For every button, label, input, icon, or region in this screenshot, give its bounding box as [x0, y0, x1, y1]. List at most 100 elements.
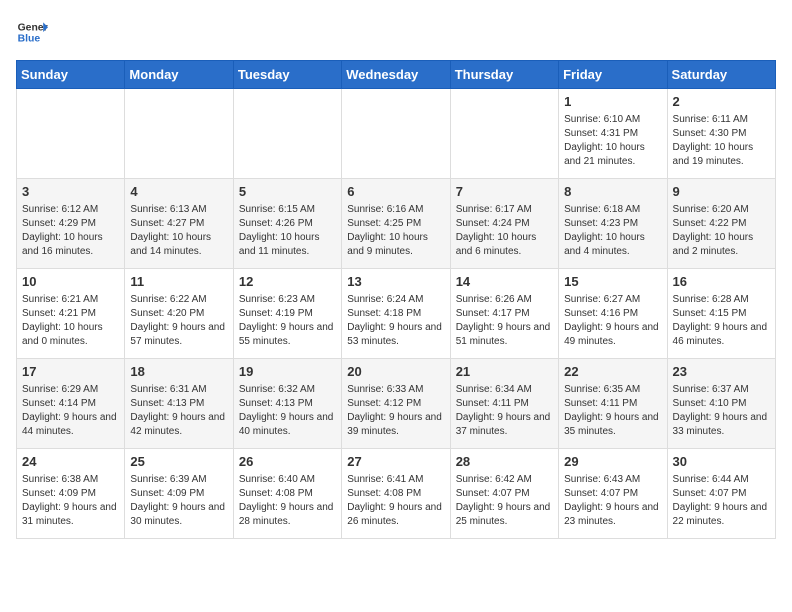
- logo-icon: General Blue: [16, 16, 48, 48]
- day-cell: 6 Sunrise: 6:16 AM Sunset: 4:25 PM Daylig…: [342, 179, 450, 269]
- day-cell: 10 Sunrise: 6:21 AM Sunset: 4:21 PM Dayli…: [17, 269, 125, 359]
- day-cell: [450, 89, 558, 179]
- header-wednesday: Wednesday: [342, 61, 450, 89]
- week-row-1: 1Sunrise: 6:10 AM Sunset: 4:31 PM Daylig…: [17, 89, 776, 179]
- day-cell: 23 Sunrise: 6:37 AM Sunset: 4:10 PM Dayli…: [667, 359, 775, 449]
- day-number: 2: [673, 93, 770, 111]
- day-number: 16: [673, 273, 770, 291]
- day-cell: 21 Sunrise: 6:34 AM Sunset: 4:11 PM Dayli…: [450, 359, 558, 449]
- day-cell: 12 Sunrise: 6:23 AM Sunset: 4:19 PM Dayli…: [233, 269, 341, 359]
- header-friday: Friday: [559, 61, 667, 89]
- day-cell: 1Sunrise: 6:10 AM Sunset: 4:31 PM Daylig…: [559, 89, 667, 179]
- day-number: 3: [22, 183, 119, 201]
- day-info: Sunrise: 6:22 AM Sunset: 4:20 PM Dayligh…: [130, 293, 227, 349]
- day-info: Sunrise: 6:15 AM Sunset: 4:26 PM Dayligh…: [239, 203, 336, 259]
- day-number: 26: [239, 453, 336, 471]
- day-number: 8: [564, 183, 661, 201]
- day-number: 21: [456, 363, 553, 381]
- day-number: 29: [564, 453, 661, 471]
- day-number: 22: [564, 363, 661, 381]
- header-sunday: Sunday: [17, 61, 125, 89]
- day-cell: 17 Sunrise: 6:29 AM Sunset: 4:14 PM Dayli…: [17, 359, 125, 449]
- day-cell: 19 Sunrise: 6:32 AM Sunset: 4:13 PM Dayli…: [233, 359, 341, 449]
- day-cell: 13 Sunrise: 6:24 AM Sunset: 4:18 PM Dayli…: [342, 269, 450, 359]
- day-cell: [342, 89, 450, 179]
- day-info: Sunrise: 6:27 AM Sunset: 4:16 PM Dayligh…: [564, 293, 661, 349]
- day-cell: [17, 89, 125, 179]
- day-info: Sunrise: 6:43 AM Sunset: 4:07 PM Dayligh…: [564, 473, 661, 529]
- day-cell: 22Sunrise: 6:35 AM Sunset: 4:11 PM Dayli…: [559, 359, 667, 449]
- day-info: Sunrise: 6:32 AM Sunset: 4:13 PM Dayligh…: [239, 383, 336, 439]
- day-number: 6: [347, 183, 444, 201]
- day-info: Sunrise: 6:16 AM Sunset: 4:25 PM Dayligh…: [347, 203, 444, 259]
- day-info: Sunrise: 6:21 AM Sunset: 4:21 PM Dayligh…: [22, 293, 119, 349]
- day-info: Sunrise: 6:39 AM Sunset: 4:09 PM Dayligh…: [130, 473, 227, 529]
- day-cell: 2 Sunrise: 6:11 AM Sunset: 4:30 PM Daylig…: [667, 89, 775, 179]
- header-monday: Monday: [125, 61, 233, 89]
- day-cell: 18Sunrise: 6:31 AM Sunset: 4:13 PM Dayli…: [125, 359, 233, 449]
- day-number: 11: [130, 273, 227, 291]
- day-number: 4: [130, 183, 227, 201]
- day-cell: 29 Sunrise: 6:43 AM Sunset: 4:07 PM Dayli…: [559, 449, 667, 539]
- logo: General Blue: [16, 16, 48, 48]
- header-saturday: Saturday: [667, 61, 775, 89]
- day-info: Sunrise: 6:26 AM Sunset: 4:17 PM Dayligh…: [456, 293, 553, 349]
- day-info: Sunrise: 6:34 AM Sunset: 4:11 PM Dayligh…: [456, 383, 553, 439]
- day-number: 27: [347, 453, 444, 471]
- day-number: 12: [239, 273, 336, 291]
- day-number: 15: [564, 273, 661, 291]
- svg-text:Blue: Blue: [18, 34, 41, 45]
- day-cell: 15 Sunrise: 6:27 AM Sunset: 4:16 PM Dayli…: [559, 269, 667, 359]
- day-info: Sunrise: 6:13 AM Sunset: 4:27 PM Dayligh…: [130, 203, 227, 259]
- day-cell: 11 Sunrise: 6:22 AM Sunset: 4:20 PM Dayli…: [125, 269, 233, 359]
- day-number: 9: [673, 183, 770, 201]
- day-number: 7: [456, 183, 553, 201]
- day-cell: 20 Sunrise: 6:33 AM Sunset: 4:12 PM Dayli…: [342, 359, 450, 449]
- day-cell: 3 Sunrise: 6:12 AM Sunset: 4:29 PM Daylig…: [17, 179, 125, 269]
- day-info: Sunrise: 6:12 AM Sunset: 4:29 PM Dayligh…: [22, 203, 119, 259]
- calendar-header-row: SundayMondayTuesdayWednesdayThursdayFrid…: [17, 61, 776, 89]
- day-number: 19: [239, 363, 336, 381]
- page-header: General Blue: [16, 16, 776, 48]
- day-info: Sunrise: 6:28 AM Sunset: 4:15 PM Dayligh…: [673, 293, 770, 349]
- day-info: Sunrise: 6:44 AM Sunset: 4:07 PM Dayligh…: [673, 473, 770, 529]
- day-cell: 5 Sunrise: 6:15 AM Sunset: 4:26 PM Daylig…: [233, 179, 341, 269]
- day-info: Sunrise: 6:10 AM Sunset: 4:31 PM Dayligh…: [564, 113, 661, 169]
- day-info: Sunrise: 6:40 AM Sunset: 4:08 PM Dayligh…: [239, 473, 336, 529]
- day-cell: [233, 89, 341, 179]
- day-number: 20: [347, 363, 444, 381]
- day-cell: 4 Sunrise: 6:13 AM Sunset: 4:27 PM Daylig…: [125, 179, 233, 269]
- day-info: Sunrise: 6:24 AM Sunset: 4:18 PM Dayligh…: [347, 293, 444, 349]
- day-info: Sunrise: 6:20 AM Sunset: 4:22 PM Dayligh…: [673, 203, 770, 259]
- day-number: 23: [673, 363, 770, 381]
- day-info: Sunrise: 6:29 AM Sunset: 4:14 PM Dayligh…: [22, 383, 119, 439]
- day-number: 10: [22, 273, 119, 291]
- day-info: Sunrise: 6:37 AM Sunset: 4:10 PM Dayligh…: [673, 383, 770, 439]
- day-info: Sunrise: 6:17 AM Sunset: 4:24 PM Dayligh…: [456, 203, 553, 259]
- day-info: Sunrise: 6:38 AM Sunset: 4:09 PM Dayligh…: [22, 473, 119, 529]
- day-cell: 26 Sunrise: 6:40 AM Sunset: 4:08 PM Dayli…: [233, 449, 341, 539]
- day-cell: [125, 89, 233, 179]
- day-cell: 24Sunrise: 6:38 AM Sunset: 4:09 PM Dayli…: [17, 449, 125, 539]
- week-row-3: 10 Sunrise: 6:21 AM Sunset: 4:21 PM Dayli…: [17, 269, 776, 359]
- header-thursday: Thursday: [450, 61, 558, 89]
- day-number: 14: [456, 273, 553, 291]
- day-number: 17: [22, 363, 119, 381]
- day-info: Sunrise: 6:31 AM Sunset: 4:13 PM Dayligh…: [130, 383, 227, 439]
- week-row-2: 3 Sunrise: 6:12 AM Sunset: 4:29 PM Daylig…: [17, 179, 776, 269]
- day-cell: 9 Sunrise: 6:20 AM Sunset: 4:22 PM Daylig…: [667, 179, 775, 269]
- day-info: Sunrise: 6:23 AM Sunset: 4:19 PM Dayligh…: [239, 293, 336, 349]
- header-tuesday: Tuesday: [233, 61, 341, 89]
- day-cell: 27 Sunrise: 6:41 AM Sunset: 4:08 PM Dayli…: [342, 449, 450, 539]
- day-number: 5: [239, 183, 336, 201]
- day-cell: 25Sunrise: 6:39 AM Sunset: 4:09 PM Dayli…: [125, 449, 233, 539]
- day-number: 13: [347, 273, 444, 291]
- day-cell: 28Sunrise: 6:42 AM Sunset: 4:07 PM Dayli…: [450, 449, 558, 539]
- day-info: Sunrise: 6:33 AM Sunset: 4:12 PM Dayligh…: [347, 383, 444, 439]
- day-info: Sunrise: 6:11 AM Sunset: 4:30 PM Dayligh…: [673, 113, 770, 169]
- week-row-4: 17 Sunrise: 6:29 AM Sunset: 4:14 PM Dayli…: [17, 359, 776, 449]
- day-number: 30: [673, 453, 770, 471]
- day-info: Sunrise: 6:42 AM Sunset: 4:07 PM Dayligh…: [456, 473, 553, 529]
- week-row-5: 24Sunrise: 6:38 AM Sunset: 4:09 PM Dayli…: [17, 449, 776, 539]
- day-info: Sunrise: 6:41 AM Sunset: 4:08 PM Dayligh…: [347, 473, 444, 529]
